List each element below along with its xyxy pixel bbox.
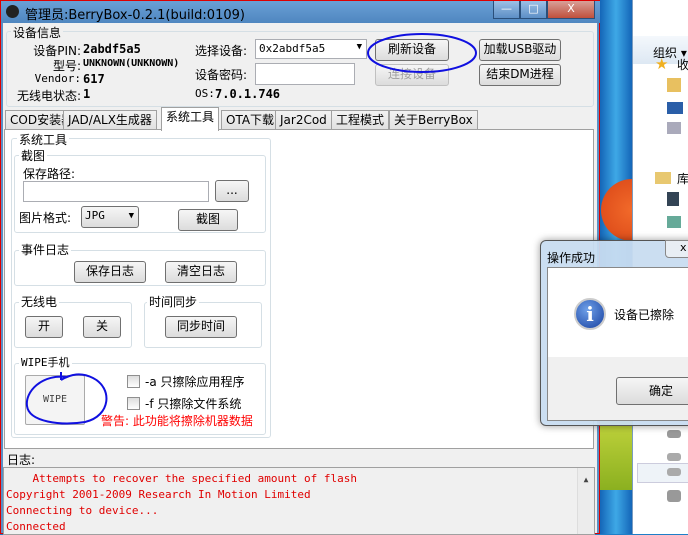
minimize-button[interactable]: —: [493, 1, 520, 19]
dropdown-arrow-icon: ▼: [128, 211, 134, 221]
log-output[interactable]: Attempts to recover the specified amount…: [3, 467, 595, 535]
tab-engineering[interactable]: 工程模式: [331, 110, 390, 130]
dialog-message: 设备已擦除: [614, 308, 675, 322]
favorites-star-icon: ★: [655, 55, 669, 73]
info-icon: i: [574, 298, 606, 330]
wipe-filesystem-only-checkbox[interactable]: [127, 397, 140, 410]
tab-jar2cod[interactable]: Jar2Cod: [275, 110, 332, 130]
wipe-apps-only-checkbox[interactable]: [127, 375, 140, 388]
radio-on-button[interactable]: 开: [25, 316, 63, 338]
browse-button[interactable]: ...: [215, 180, 249, 202]
os-label: OS:: [195, 87, 215, 100]
wipe-apps-only-label: -a 只擦除应用程序: [145, 375, 245, 389]
password-input[interactable]: [255, 63, 355, 85]
image-format-select[interactable]: JPG ▼: [81, 206, 139, 228]
device-info-label: 设备信息: [11, 24, 64, 41]
load-usb-driver-button[interactable]: 加载USB驱动: [479, 39, 561, 61]
scroll-up-arrow-icon: ▲: [583, 475, 589, 484]
save-path-input[interactable]: [23, 181, 209, 202]
libraries-folder-icon: [655, 172, 671, 184]
favorites-label[interactable]: 收: [677, 56, 688, 73]
tab-about[interactable]: 关于BerryBox: [389, 110, 478, 130]
dialog-title: 操作成功: [547, 251, 596, 265]
log-line: Connected: [6, 520, 66, 533]
maximize-button[interactable]: □: [520, 1, 547, 19]
tab-system-tools[interactable]: 系统工具: [161, 107, 220, 131]
system-tools-panel: 系统工具 截图 保存路径: ... 图片格式: JPG ▼ 截图 事件日志 保存日…: [4, 129, 594, 449]
desktop-icon: [667, 102, 683, 114]
window-title: 管理员:BerryBox-0.2.1(build:0109): [25, 8, 245, 23]
system-tools-label: 系统工具: [17, 131, 70, 148]
radio-status-label: 无线电状态:: [16, 89, 81, 103]
event-log-label: 事件日志: [19, 241, 72, 258]
dialog-close-button[interactable]: x: [665, 240, 688, 258]
videos-icon: [667, 192, 679, 206]
libraries-label[interactable]: 库: [677, 170, 688, 187]
dialog-footer: 确定: [547, 357, 688, 421]
log-line: Copyright 2001-2009 Research In Motion L…: [6, 488, 311, 501]
tab-jad-alx[interactable]: JAD/ALX生成器: [63, 110, 157, 130]
log-line: Connecting to device...: [6, 504, 159, 517]
capture-button[interactable]: 截图: [178, 209, 238, 231]
model-value: UNKNOWN(UNKNOWN): [83, 58, 180, 69]
radio-status-value: 1: [83, 87, 91, 101]
radio-label: 无线电: [19, 293, 60, 310]
time-sync-label: 时间同步: [147, 293, 200, 310]
device-select[interactable]: 0x2abdf5a5 ▼: [255, 39, 367, 59]
select-device-label: 选择设备:: [195, 44, 248, 58]
radio-off-button[interactable]: 关: [83, 316, 121, 338]
blackberry-app-icon: [6, 5, 19, 18]
pictures-icon: [667, 216, 681, 228]
annotation-circle-refresh: [367, 33, 477, 73]
save-path-label: 保存路径:: [23, 167, 76, 181]
vendor-value: 617: [83, 72, 105, 86]
drive-icon: [667, 430, 681, 438]
dialog-body: i 设备已擦除: [547, 267, 688, 357]
drive-icon: [667, 453, 681, 461]
title-bar[interactable]: 管理员:BerryBox-0.2.1(build:0109) — □ X: [1, 1, 601, 23]
tab-ota[interactable]: OTA下载: [221, 110, 280, 130]
save-log-button[interactable]: 保存日志: [74, 261, 146, 283]
berrybox-window: 管理员:BerryBox-0.2.1(build:0109) — □ X 设备信…: [0, 0, 601, 535]
image-format-value: JPG: [85, 209, 105, 222]
wipe-filesystem-only-label: -f 只擦除文件系统: [145, 397, 242, 411]
password-label: 设备密码:: [195, 68, 248, 82]
log-scrollbar[interactable]: ▲: [577, 468, 594, 534]
network-drive-icon: [667, 490, 681, 502]
log-line: Attempts to recover the specified amount…: [6, 472, 357, 485]
end-dm-process-button[interactable]: 结束DM进程: [479, 64, 561, 86]
device-select-value: 0x2abdf5a5: [259, 42, 326, 55]
image-format-label: 图片格式:: [19, 211, 72, 225]
success-dialog: 操作成功 x i 设备已擦除 确定: [540, 240, 688, 426]
pin-value: 2abdf5a5: [83, 42, 141, 56]
sync-time-button[interactable]: 同步时间: [165, 316, 237, 338]
recent-places-icon: [667, 122, 681, 134]
vendor-label: Vendor:: [34, 72, 81, 85]
dialog-ok-button[interactable]: 确定: [616, 377, 688, 405]
close-button[interactable]: X: [547, 1, 595, 19]
log-label: 日志:: [7, 453, 36, 467]
drive-icon: [667, 468, 681, 476]
wipe-warning-text: 警告: 此功能将擦除机器数据: [101, 414, 253, 428]
dropdown-arrow-icon: ▼: [356, 42, 362, 52]
screenshot-label: 截图: [19, 147, 48, 164]
downloads-folder-icon: [667, 78, 681, 92]
clear-log-button[interactable]: 清空日志: [165, 261, 237, 283]
os-value: 7.0.1.746: [215, 87, 281, 101]
